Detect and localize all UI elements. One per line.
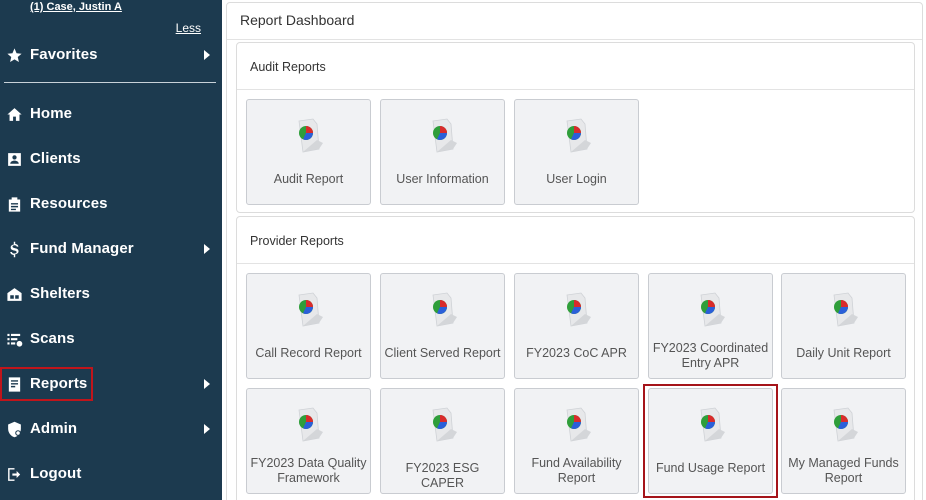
title-divider — [227, 39, 922, 40]
fund-usage-highlight — [643, 384, 778, 498]
sidebar-item-reports[interactable]: Reports — [0, 367, 93, 401]
report-icon — [5, 375, 23, 393]
sidebar-item-home[interactable]: Home — [0, 97, 222, 131]
sidebar-item-resources[interactable]: Resources — [0, 187, 222, 221]
sidebar-item-label: Logout — [30, 465, 82, 482]
home-icon — [5, 105, 23, 123]
report-tile-label: My Managed Funds Report — [788, 456, 899, 485]
report-tile-label: User Login — [546, 172, 607, 186]
sidebar-item-label: Scans — [30, 330, 75, 347]
report-chart-icon — [432, 407, 458, 442]
report-tile-daily-unit-report[interactable]: Daily Unit Report — [781, 273, 906, 379]
report-tile-fy2023-data-quality-framework[interactable]: FY2023 Data Quality Framework — [246, 388, 371, 494]
report-tile-label: User Information — [396, 172, 489, 186]
sidebar-item-label: Fund Manager — [30, 240, 134, 257]
chevron-right-icon — [204, 244, 210, 254]
chevron-right-icon — [204, 424, 210, 434]
report-chart-icon — [566, 118, 592, 153]
audit-reports-section: Audit Reports Audit Report User Informat… — [236, 42, 915, 213]
report-tile-label: Fund Availability Report — [531, 456, 622, 485]
report-chart-icon — [566, 292, 592, 327]
report-chart-icon — [432, 292, 458, 327]
report-tile-label: Call Record Report — [255, 346, 362, 360]
clipboard-icon — [5, 195, 23, 213]
report-tile-user-login[interactable]: User Login — [514, 99, 639, 205]
section-divider — [237, 263, 914, 264]
star-icon — [5, 46, 23, 64]
report-tile-fund-availability-report[interactable]: Fund Availability Report — [514, 388, 639, 494]
page-title: Report Dashboard — [240, 12, 355, 28]
sidebar: (1) Case, Justin A Less Favorites Home C… — [0, 0, 222, 500]
report-chart-icon — [700, 292, 726, 327]
sidebar-item-scans[interactable]: Scans — [0, 322, 222, 356]
report-chart-icon — [298, 118, 324, 153]
id-card-icon — [5, 150, 23, 168]
report-tile-my-managed-funds-report[interactable]: My Managed Funds Report — [781, 388, 906, 494]
report-tile-user-information[interactable]: User Information — [380, 99, 505, 205]
report-tile-fy2023-esg-caper[interactable]: FY2023 ESG CAPER — [380, 388, 505, 494]
report-tile-client-served-report[interactable]: Client Served Report — [380, 273, 505, 379]
report-tile-fy2023-coc-apr[interactable]: FY2023 CoC APR — [514, 273, 639, 379]
shelter-icon — [5, 285, 23, 303]
report-dashboard-panel: Report Dashboard Audit Reports Audit Rep… — [226, 2, 923, 500]
report-chart-icon — [298, 292, 324, 327]
report-chart-icon — [432, 118, 458, 153]
chevron-right-icon — [204, 50, 210, 60]
section-title: Provider Reports — [250, 234, 344, 248]
sidebar-item-logout[interactable]: Logout — [0, 457, 222, 491]
sidebar-item-label: Favorites — [30, 46, 98, 63]
sidebar-item-label: Admin — [30, 420, 78, 437]
logout-icon — [5, 465, 23, 483]
report-tile-label: FY2023 ESG CAPER — [405, 461, 480, 490]
report-chart-icon — [298, 407, 324, 442]
sidebar-item-label: Reports — [30, 375, 88, 392]
report-tile-label: Daily Unit Report — [796, 346, 891, 360]
dollar-icon — [5, 240, 23, 258]
sidebar-item-favorites[interactable]: Favorites — [0, 38, 222, 72]
sidebar-item-shelters[interactable]: Shelters — [0, 277, 222, 311]
report-tile-call-record-report[interactable]: Call Record Report — [246, 273, 371, 379]
report-tile-fy2023-coordinated-entry-apr[interactable]: FY2023 Coordinated Entry APR — [648, 273, 773, 379]
sidebar-item-label: Home — [30, 105, 73, 122]
chevron-right-icon — [204, 379, 210, 389]
report-tile-label: Client Served Report — [384, 346, 501, 360]
report-chart-icon — [833, 292, 859, 327]
sidebar-item-label: Resources — [30, 195, 108, 212]
report-tile-label: FY2023 Coordinated Entry APR — [652, 341, 769, 370]
report-chart-icon — [566, 407, 592, 442]
sidebar-item-clients[interactable]: Clients — [0, 142, 222, 176]
report-tile-label: FY2023 CoC APR — [526, 346, 627, 360]
sidebar-item-label: Clients — [30, 150, 81, 167]
report-tile-label: FY2023 Data Quality Framework — [250, 456, 367, 485]
section-divider — [237, 89, 914, 90]
provider-reports-section: Provider Reports Call Record Report Clie… — [236, 216, 915, 500]
section-title: Audit Reports — [250, 60, 326, 74]
less-link[interactable]: Less — [176, 21, 201, 35]
user-name-link[interactable]: (1) Case, Justin A — [30, 1, 122, 13]
sidebar-divider — [4, 82, 216, 83]
sidebar-item-label: Shelters — [30, 285, 90, 302]
sidebar-item-admin[interactable]: Admin — [0, 412, 222, 446]
sidebar-item-fund-manager[interactable]: Fund Manager — [0, 232, 222, 266]
admin-shield-icon — [5, 420, 23, 438]
report-chart-icon — [833, 407, 859, 442]
report-tile-audit-report[interactable]: Audit Report — [246, 99, 371, 205]
scan-list-icon — [5, 330, 23, 348]
report-tile-label: Audit Report — [273, 172, 344, 186]
